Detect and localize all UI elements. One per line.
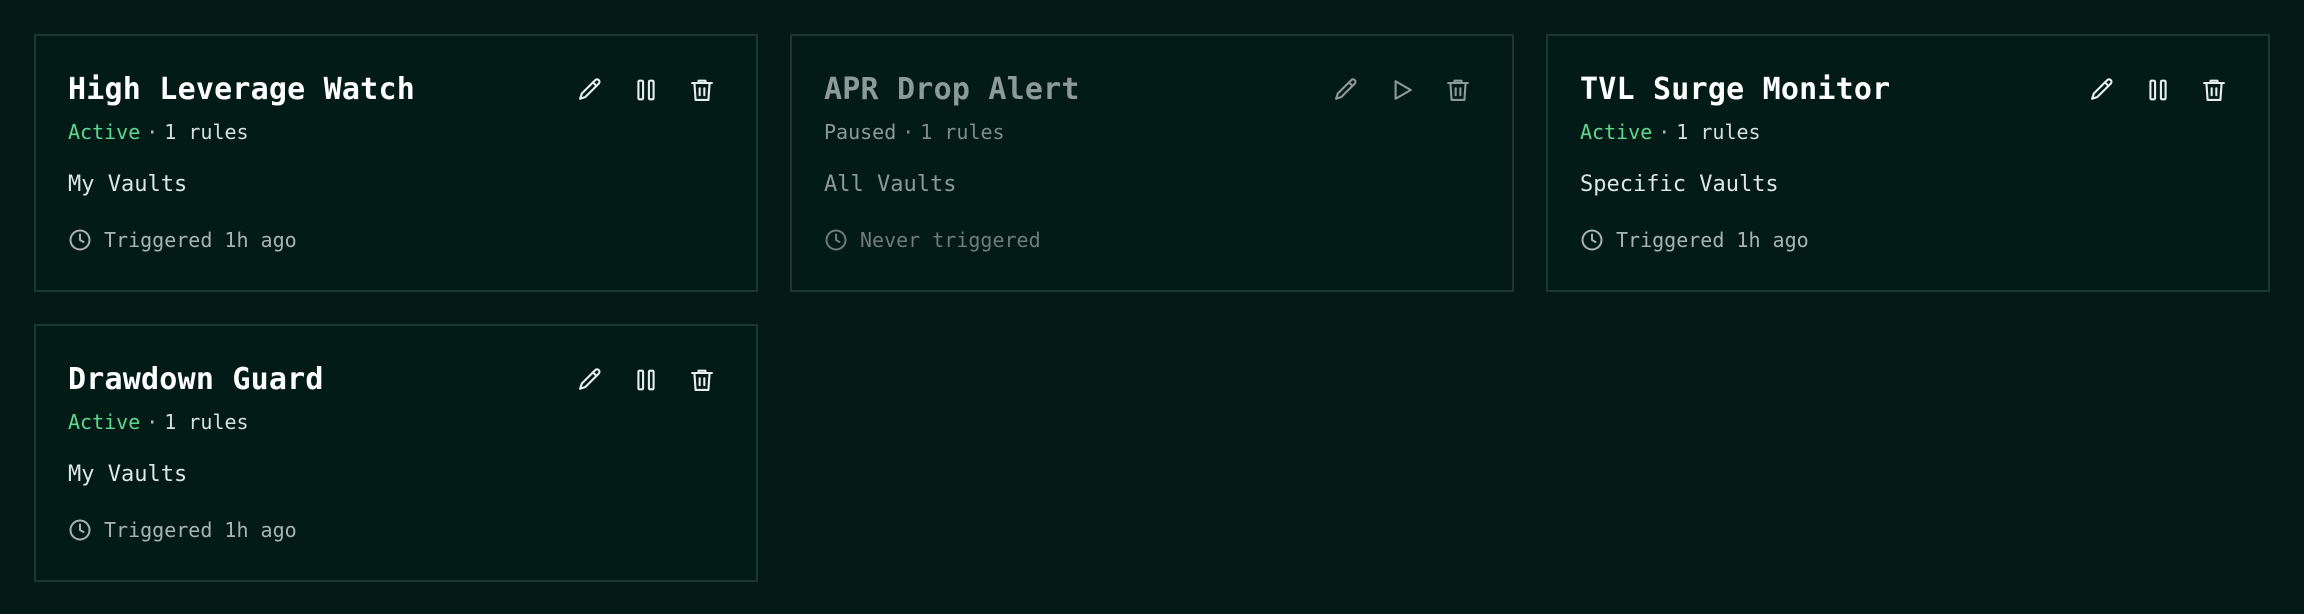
alert-meta: Active · 1 rules: [68, 408, 722, 436]
pencil-icon: [579, 78, 601, 100]
pause-button[interactable]: [2144, 76, 2172, 104]
trash-icon: [1447, 79, 1469, 101]
trigger-text: Triggered 1h ago: [104, 228, 297, 252]
alert-card: Drawdown Guard Active · 1 rules My Vaults …: [34, 324, 758, 582]
trigger-text: Triggered 1h ago: [104, 518, 297, 542]
clock-icon: [824, 228, 848, 252]
pause-button[interactable]: [632, 366, 660, 394]
alert-card: TVL Surge Monitor Active · 1 rules Specifi…: [1546, 34, 2270, 292]
rules-count: 1 rules: [1676, 120, 1761, 144]
rules-count: 1 rules: [920, 120, 1005, 144]
rules-count: 1 rules: [164, 410, 249, 434]
alert-meta: Active · 1 rules: [1580, 118, 2234, 146]
trigger-info: Never triggered: [824, 226, 1478, 254]
alert-meta: Active · 1 rules: [68, 118, 722, 146]
edit-button[interactable]: [576, 76, 604, 104]
alert-card: APR Drop Alert Paused · 1 rules All Vaults…: [790, 34, 1514, 292]
card-actions: [1332, 76, 1472, 104]
rules-count: 1 rules: [164, 120, 249, 144]
trigger-info: Triggered 1h ago: [1580, 226, 2234, 254]
trash-icon: [691, 369, 713, 391]
status-label: Paused: [824, 120, 897, 144]
meta-separator: ·: [146, 410, 159, 434]
vault-scope: My Vaults: [68, 172, 188, 197]
status-label: Active: [68, 120, 141, 144]
pencil-icon: [1335, 78, 1357, 100]
card-actions: [576, 366, 716, 394]
trigger-text: Triggered 1h ago: [1616, 228, 1809, 252]
clock-icon: [1580, 228, 1604, 252]
clock-icon: [68, 518, 92, 542]
edit-button[interactable]: [1332, 76, 1360, 104]
pencil-icon: [579, 368, 601, 390]
trigger-info: Triggered 1h ago: [68, 516, 722, 544]
vault-scope: Specific Vaults: [1580, 172, 1779, 197]
edit-button[interactable]: [2088, 76, 2116, 104]
delete-button[interactable]: [2200, 76, 2228, 104]
status-label: Active: [1580, 120, 1653, 144]
card-actions: [576, 76, 716, 104]
vault-scope: All Vaults: [824, 172, 957, 197]
alert-card: High Leverage Watch Active · 1 rules My Va…: [34, 34, 758, 292]
clock-icon: [68, 228, 92, 252]
delete-button[interactable]: [688, 366, 716, 394]
meta-separator: ·: [146, 120, 159, 144]
pause-icon: [637, 369, 655, 391]
edit-button[interactable]: [576, 366, 604, 394]
meta-separator: ·: [1658, 120, 1671, 144]
pause-button[interactable]: [632, 76, 660, 104]
pause-icon: [637, 79, 655, 101]
card-actions: [2088, 76, 2228, 104]
status-label: Active: [68, 410, 141, 434]
trash-icon: [2203, 79, 2225, 101]
alert-meta: Paused · 1 rules: [824, 118, 1478, 146]
delete-button[interactable]: [1444, 76, 1472, 104]
resume-button[interactable]: [1388, 76, 1416, 104]
pencil-icon: [2091, 78, 2113, 100]
play-icon: [1394, 80, 1412, 100]
trigger-text: Never triggered: [860, 228, 1041, 252]
delete-button[interactable]: [688, 76, 716, 104]
meta-separator: ·: [902, 120, 915, 144]
alert-grid: High Leverage Watch Active · 1 rules My Va…: [34, 34, 2270, 582]
trash-icon: [691, 79, 713, 101]
pause-icon: [2149, 79, 2167, 101]
trigger-info: Triggered 1h ago: [68, 226, 722, 254]
vault-scope: My Vaults: [68, 462, 188, 487]
